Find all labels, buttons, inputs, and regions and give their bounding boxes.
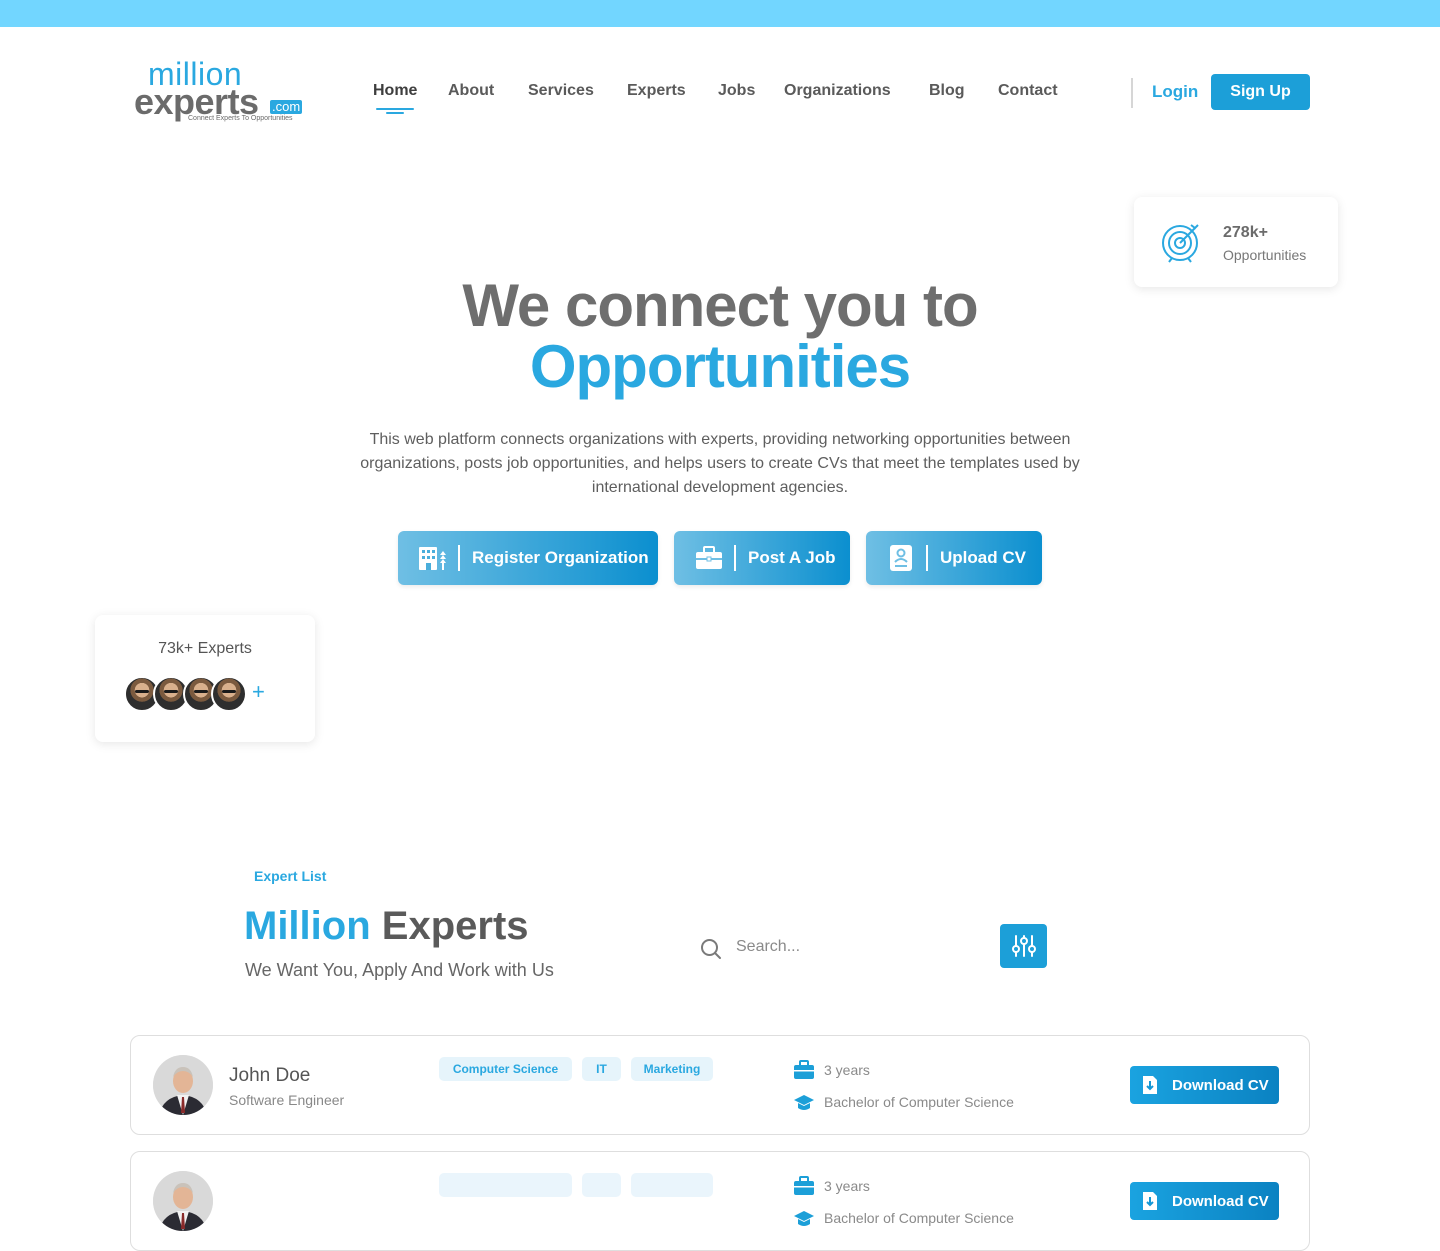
expert-experience: 3 years: [824, 1062, 870, 1078]
skill-tag-placeholder: [631, 1173, 713, 1197]
nav-active-indicator-small: [386, 112, 404, 114]
graduation-cap-icon: [794, 1211, 814, 1226]
logo[interactable]: million experts .com Connect Experts To …: [134, 58, 304, 128]
section-title-highlight: Million: [244, 904, 371, 948]
expert-experience: 3 years: [824, 1178, 870, 1194]
search-icon: [701, 939, 721, 959]
post-job-button[interactable]: Post A Job: [674, 531, 850, 585]
upload-cv-label: Upload CV: [940, 548, 1026, 567]
download-cv-label: Download CV: [1172, 1076, 1269, 1094]
target-icon: [1162, 224, 1199, 263]
button-separator: [734, 545, 736, 571]
download-cv-button[interactable]: Download CV: [1130, 1066, 1279, 1104]
opportunities-label: Opportunities: [1223, 247, 1307, 263]
login-link[interactable]: Login: [1152, 82, 1198, 102]
section-title-rest: Experts: [381, 904, 529, 948]
button-separator: [926, 545, 928, 571]
hero-title: We connect you to: [462, 272, 978, 339]
opportunities-count: 278k+: [1223, 224, 1268, 241]
file-download-icon: [1143, 1076, 1157, 1094]
nav-services[interactable]: Services: [528, 82, 594, 100]
filter-sliders-icon: [1011, 935, 1036, 957]
expert-education: Bachelor of Computer Science: [824, 1094, 1014, 1110]
briefcase-icon: [794, 1176, 814, 1195]
section-tag: Expert List: [254, 868, 327, 884]
post-job-label: Post A Job: [748, 548, 836, 567]
register-organization-button[interactable]: Register Organization: [398, 531, 658, 585]
section-title: Million Experts: [244, 904, 529, 949]
nav-home[interactable]: Home: [373, 82, 417, 100]
button-separator: [458, 545, 460, 571]
download-cv-label: Download CV: [1172, 1192, 1269, 1210]
file-download-icon: [1143, 1192, 1157, 1210]
logo-com: .com: [270, 99, 303, 114]
skill-tag-placeholder: [582, 1173, 621, 1197]
upload-cv-button[interactable]: Upload CV: [866, 531, 1042, 585]
nav-active-indicator: [376, 108, 414, 110]
expert-photo: [153, 1055, 213, 1115]
expert-avatar: [211, 676, 247, 712]
skill-tag[interactable]: Computer Science: [439, 1057, 572, 1081]
expert-education: Bachelor of Computer Science: [824, 1210, 1014, 1226]
nav-jobs[interactable]: Jobs: [718, 82, 755, 100]
briefcase-icon: [794, 1060, 814, 1079]
skill-tag-placeholder: [439, 1173, 572, 1197]
nav-organizations[interactable]: Organizations: [784, 82, 891, 100]
hero-description: This web platform connects organizations…: [360, 431, 1080, 496]
hero-title-highlight: Opportunities: [529, 333, 911, 400]
expert-role: Software Engineer: [229, 1092, 345, 1108]
skill-tag[interactable]: Marketing: [631, 1057, 713, 1081]
register-organization-label: Register Organization: [472, 548, 649, 567]
top-strip: [0, 0, 1440, 27]
cv-document-icon: [884, 543, 918, 573]
header-divider: [1131, 78, 1133, 108]
signup-button[interactable]: Sign Up: [1211, 74, 1310, 110]
download-cv-button[interactable]: Download CV: [1130, 1182, 1279, 1220]
expert-name: John Doe: [229, 1065, 311, 1086]
expert-photo: [153, 1171, 213, 1231]
experts-count: 73k+ Experts: [158, 640, 252, 657]
nav-contact[interactable]: Contact: [998, 82, 1058, 100]
more-experts-plus[interactable]: +: [252, 681, 265, 703]
expert-card[interactable]: 3 years Bachelor of Computer Science Dow…: [130, 1151, 1310, 1251]
nav-blog[interactable]: Blog: [929, 82, 965, 100]
filter-button[interactable]: [1000, 924, 1047, 968]
search-input[interactable]: [728, 930, 988, 964]
logo-tagline: Connect Experts To Opportunities: [188, 115, 293, 122]
nav-about[interactable]: About: [448, 82, 494, 100]
experts-stat-card: 73k+ Experts +: [95, 615, 315, 742]
expert-card[interactable]: John Doe Software Engineer Computer Scie…: [130, 1035, 1310, 1135]
briefcase-icon: [692, 543, 726, 573]
nav-experts[interactable]: Experts: [627, 82, 686, 100]
skill-tag[interactable]: IT: [582, 1057, 621, 1081]
building-icon: [416, 543, 450, 573]
section-subtitle: We Want You, Apply And Work with Us: [245, 960, 554, 980]
graduation-cap-icon: [794, 1095, 814, 1110]
